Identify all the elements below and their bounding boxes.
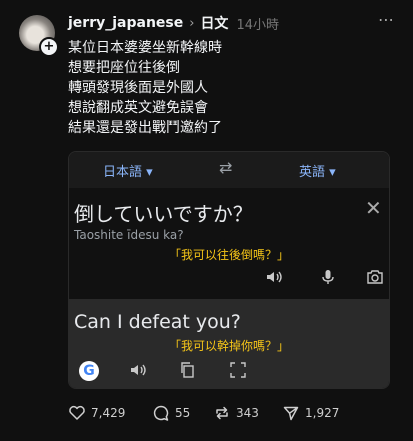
- swap-languages-icon: ⇄: [219, 158, 233, 177]
- target-panel: Can I defeat you? 「我可以幹掉你嗎？」 G: [69, 299, 389, 388]
- fullscreen-icon: [230, 362, 246, 378]
- target-language: 英語 ▾: [299, 165, 336, 180]
- target-text: Can I defeat you?: [74, 311, 241, 333]
- source-panel: 倒していいですか？ ✕ Taoshite īdesu ka? 「我可以往後倒嗎？…: [69, 188, 389, 299]
- more-options-icon[interactable]: ⋯: [378, 10, 395, 29]
- like-button[interactable]: 7,429: [68, 404, 125, 422]
- post-line: 想說翻成英文避免誤會: [68, 100, 208, 116]
- send-icon: [283, 406, 299, 421]
- username[interactable]: jerry_japanese: [68, 15, 183, 31]
- post-header: jerry_japanese › 日文 14小時: [68, 13, 403, 33]
- post-line: 想要把座位往後倒: [68, 60, 180, 76]
- speaker-icon: [131, 364, 146, 376]
- speaker-icon: [267, 271, 282, 283]
- action-bar: 7,429 55 343 1,927: [68, 404, 403, 424]
- post-body: 某位日本婆婆坐新幹線時 想要把座位往後倒 轉頭發現後面是外國人 想說翻成英文避免…: [68, 38, 222, 138]
- source-caption: 「我可以往後倒嗎？」: [169, 248, 290, 262]
- repost-count: 343: [236, 406, 259, 420]
- microphone-icon: [322, 270, 334, 284]
- post-line: 某位日本婆婆坐新幹線時: [68, 40, 222, 56]
- chevron-right-icon: ›: [189, 15, 195, 31]
- heart-icon: [69, 405, 85, 420]
- share-button[interactable]: 1,927: [282, 404, 339, 422]
- like-count: 7,429: [91, 406, 126, 420]
- topic-tag[interactable]: 日文: [200, 13, 228, 33]
- comment-icon: [153, 405, 169, 421]
- comment-button[interactable]: 55: [152, 404, 190, 422]
- post-line: 結果還是發出戰鬥邀約了: [68, 120, 222, 136]
- share-count: 1,927: [305, 406, 340, 420]
- source-text: 倒していいですか？: [74, 202, 253, 226]
- repost-button[interactable]: 343: [213, 404, 259, 422]
- language-bar: 日本語 ▾ ⇄ 英語 ▾: [69, 152, 389, 188]
- post-line: 轉頭發現後面是外國人: [68, 80, 208, 96]
- source-language: 日本語 ▾: [103, 165, 153, 180]
- close-icon: ✕: [365, 196, 382, 220]
- romanization: Taoshite īdesu ka?: [74, 228, 184, 242]
- translate-screenshot-image[interactable]: 日本語 ▾ ⇄ 英語 ▾ 倒していいですか？ ✕ Taoshite īdesu …: [68, 151, 390, 389]
- source-icons: [69, 268, 389, 290]
- comment-count: 55: [175, 406, 191, 420]
- google-logo-icon: G: [79, 361, 99, 381]
- timestamp: 14小時: [236, 17, 279, 33]
- copy-icon: [181, 362, 194, 378]
- follow-plus-icon[interactable]: +: [39, 37, 59, 57]
- camera-icon: [367, 270, 383, 284]
- repost-icon: [216, 406, 228, 420]
- target-caption: 「我可以幹掉你嗎？」: [169, 339, 290, 353]
